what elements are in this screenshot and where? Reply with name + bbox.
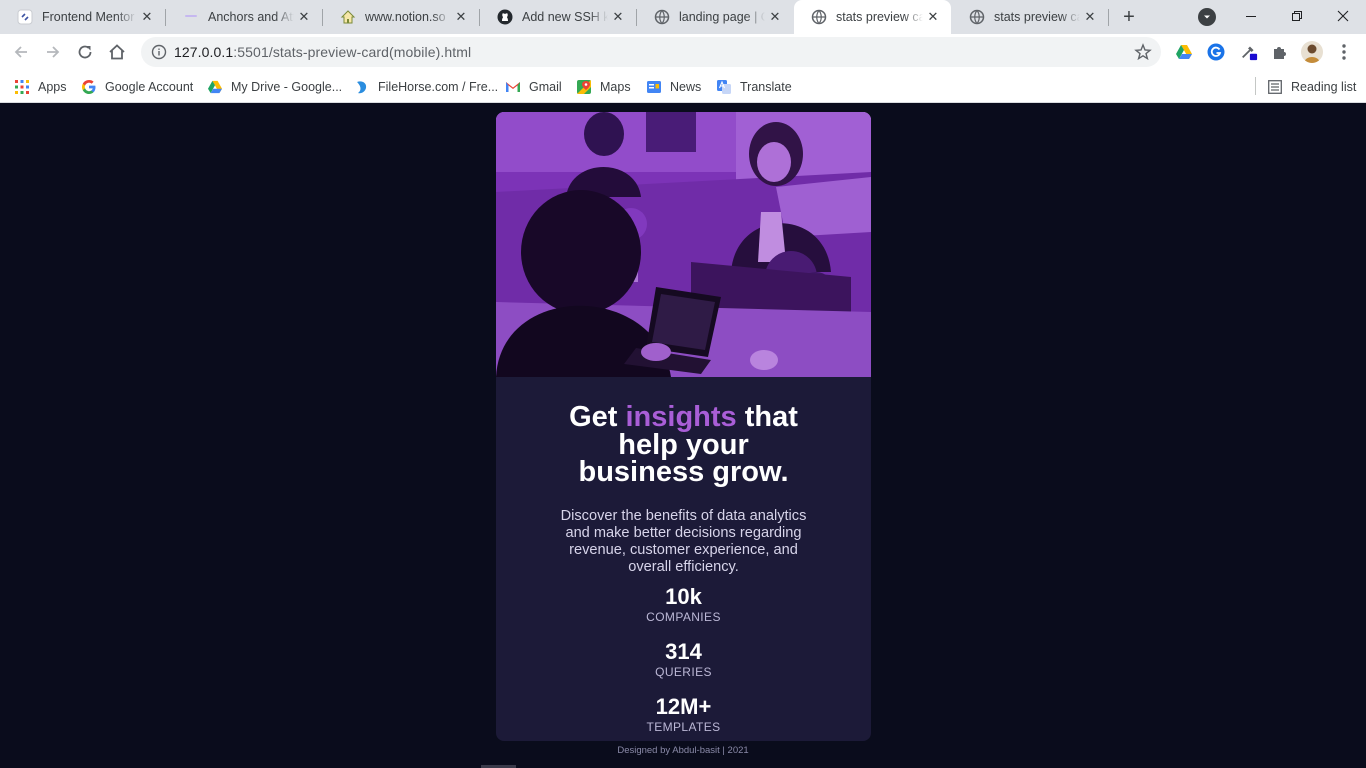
tab-frontend-mentor[interactable]: Frontend Mentor ✕ <box>0 0 165 34</box>
bookmark-google-account[interactable]: Google Account <box>81 76 193 98</box>
tab-separator <box>1108 9 1109 26</box>
frontend-mentor-icon <box>17 9 33 25</box>
extensions-puzzle-icon[interactable] <box>1271 43 1289 61</box>
tab-stats-preview-active[interactable]: stats preview card ✕ <box>794 0 951 34</box>
drive-extension-icon[interactable] <box>1175 43 1193 61</box>
close-tab-icon[interactable]: ✕ <box>451 7 471 27</box>
bookmark-filehorse[interactable]: FileHorse.com / Fre... <box>354 76 498 98</box>
new-tab-button[interactable]: + <box>1117 5 1141 29</box>
tab-strip: Frontend Mentor ✕ Anchors and Attributes… <box>0 0 1366 34</box>
bookmark-translate[interactable]: Translate <box>716 76 792 98</box>
globe-icon <box>654 9 670 25</box>
stat-queries: 314 QUERIES <box>496 639 871 679</box>
back-button[interactable] <box>7 38 35 66</box>
globe-icon <box>811 9 827 25</box>
bookmark-apps[interactable]: Apps <box>14 76 67 98</box>
info-icon[interactable] <box>151 44 167 60</box>
reload-button[interactable] <box>71 38 99 66</box>
profile-avatar[interactable] <box>1301 41 1323 63</box>
filehorse-icon <box>354 79 370 95</box>
close-tab-icon[interactable]: ✕ <box>294 7 314 27</box>
bookmark-star-icon[interactable] <box>1134 43 1152 61</box>
stat-label: TEMPLATES <box>646 719 721 734</box>
minimize-icon <box>1246 16 1256 17</box>
hero-image <box>496 112 871 377</box>
eyedropper-extension-icon[interactable] <box>1240 43 1258 61</box>
bookmark-news[interactable]: News <box>646 76 701 98</box>
chevron-down-icon <box>1204 15 1210 19</box>
github-icon <box>497 9 513 25</box>
home-icon <box>109 44 125 60</box>
page-viewport: Get insights that help your business gro… <box>0 103 1366 768</box>
close-tab-icon[interactable]: ✕ <box>923 7 943 27</box>
stat-companies: 10k COMPANIES <box>496 584 871 624</box>
translate-icon <box>716 79 732 95</box>
arrow-left-icon <box>14 46 27 58</box>
card-description: Discover the benefits of data analytics … <box>560 507 807 575</box>
stat-templates: 12M+ TEMPLATES <box>496 694 871 734</box>
stats-preview-card: Get insights that help your business gro… <box>496 112 871 741</box>
tab-stats-preview[interactable]: stats preview card ✕ <box>952 0 1108 34</box>
close-tab-icon[interactable]: ✕ <box>137 7 157 27</box>
minimize-button[interactable] <box>1228 0 1274 32</box>
url-text: 127.0.0.1:5501/stats-preview-card(mobile… <box>174 44 472 60</box>
close-window-button[interactable] <box>1320 0 1366 32</box>
restore-icon <box>1292 11 1302 21</box>
stats-list: 10k COMPANIES 314 QUERIES 12M+ TEMPLATES <box>496 584 871 734</box>
reload-icon <box>78 45 92 59</box>
close-tab-icon[interactable]: ✕ <box>608 7 628 27</box>
reading-list-button[interactable]: Reading list <box>1267 76 1356 98</box>
browser-toolbar: 127.0.0.1:5501/stats-preview-card(mobile… <box>0 34 1366 70</box>
google-icon <box>81 79 97 95</box>
tab-anchors[interactable]: Anchors and Attributes ✕ <box>166 0 322 34</box>
bookmark-my-drive[interactable]: My Drive - Google... <box>207 76 342 98</box>
gmail-icon <box>505 79 521 95</box>
card-headline: Get insights that help your business gro… <box>569 401 798 488</box>
stat-value: 12M+ <box>655 693 712 719</box>
stat-value: 314 <box>665 638 702 664</box>
close-tab-icon[interactable]: ✕ <box>1080 7 1100 27</box>
close-icon <box>1337 10 1349 22</box>
arrow-right-icon <box>47 46 60 58</box>
grammarly-extension-icon[interactable] <box>1207 43 1225 61</box>
reading-list-icon <box>1267 79 1283 95</box>
purple-overlay <box>496 112 871 377</box>
restore-button[interactable] <box>1274 0 1320 32</box>
notion-house-icon <box>340 9 356 25</box>
stat-value: 10k <box>665 583 702 609</box>
maps-icon <box>576 79 592 95</box>
more-menu-icon[interactable] <box>1335 43 1353 61</box>
tab-search-button[interactable] <box>1198 8 1216 26</box>
close-tab-icon[interactable]: ✕ <box>765 7 785 27</box>
bookmarks-divider <box>1255 77 1256 95</box>
news-icon <box>646 79 662 95</box>
globe-icon <box>969 9 985 25</box>
home-button[interactable] <box>103 38 131 66</box>
apps-grid-icon <box>14 79 30 95</box>
stat-label: COMPANIES <box>646 609 721 624</box>
drive-icon <box>207 79 223 95</box>
tab-landing-page[interactable]: landing page | OS ✕ <box>637 0 793 34</box>
forward-button[interactable] <box>39 38 67 66</box>
tab-notion[interactable]: www.notion.so ✕ <box>323 0 479 34</box>
stat-label: QUERIES <box>655 664 712 679</box>
bookmark-gmail[interactable]: Gmail <box>505 76 562 98</box>
attribution-footer: Designed by Abdul-basit | 2021 <box>617 745 749 756</box>
address-bar[interactable]: 127.0.0.1:5501/stats-preview-card(mobile… <box>141 37 1161 67</box>
bookmarks-bar: Apps Google Account My Drive - Google...… <box>0 70 1366 103</box>
tab-github-ssh[interactable]: Add new SSH key ✕ <box>480 0 636 34</box>
doc-icon <box>183 9 199 25</box>
card-content: Get insights that help your business gro… <box>496 401 871 734</box>
bookmark-maps[interactable]: Maps <box>576 76 631 98</box>
